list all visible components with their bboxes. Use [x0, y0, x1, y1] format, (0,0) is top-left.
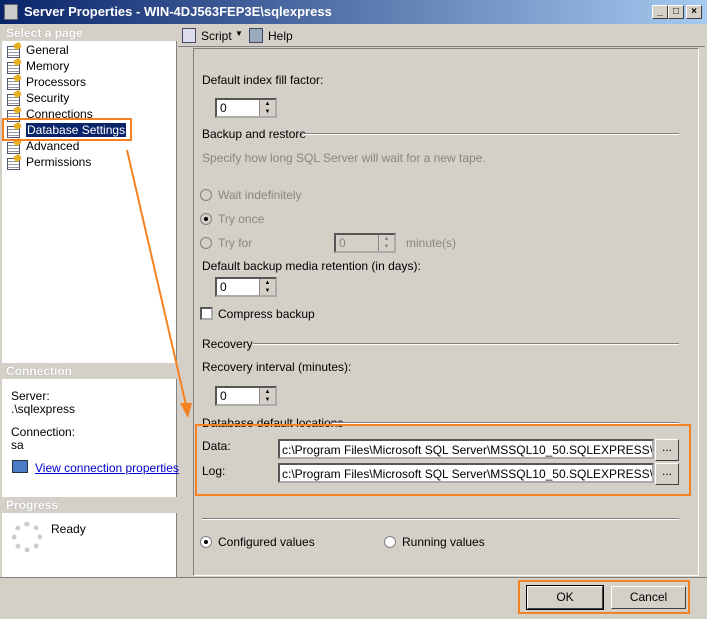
annotation-arrow [126, 149, 192, 418]
